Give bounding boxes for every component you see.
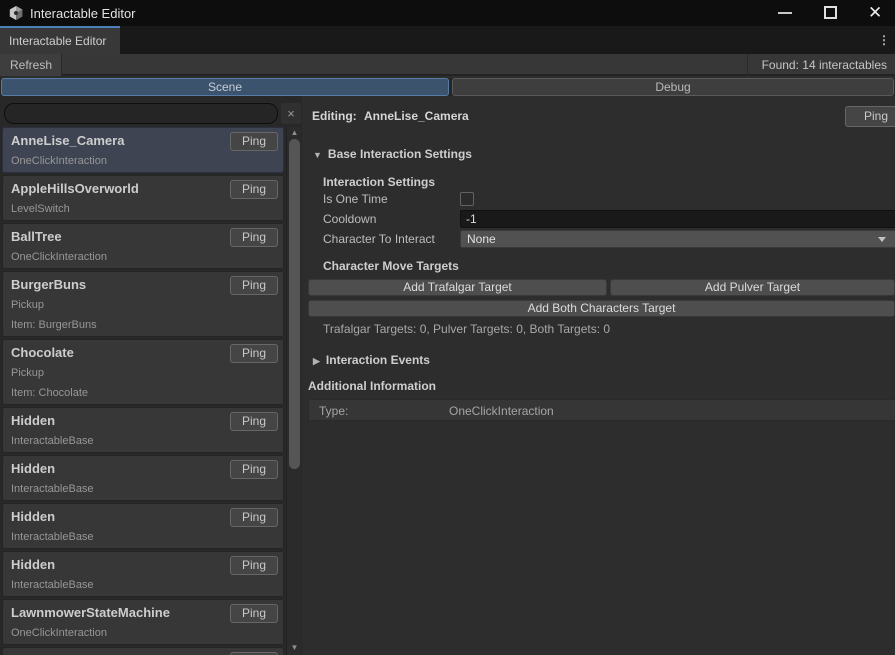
- list-item[interactable]: BallTree OneClickInteraction Ping: [2, 223, 284, 269]
- ping-button[interactable]: Ping: [230, 228, 278, 247]
- cooldown-label: Cooldown: [323, 212, 376, 226]
- add-pulver-target-button[interactable]: Add Pulver Target: [610, 279, 895, 296]
- type-value: OneClickInteraction: [449, 404, 554, 418]
- cooldown-field[interactable]: -1: [460, 210, 895, 228]
- chevron-down-icon: [878, 237, 886, 242]
- ping-button[interactable]: Ping: [230, 276, 278, 295]
- foldout-label: Interaction Events: [326, 353, 430, 367]
- scrollbar-thumb[interactable]: [289, 139, 300, 469]
- list-item[interactable]: LureSpotA_Slot Ping: [2, 647, 284, 655]
- editing-target-name: AnneLise_Camera: [364, 109, 469, 123]
- item-subtitle: LevelSwitch: [11, 198, 275, 218]
- ping-button[interactable]: Ping: [230, 556, 278, 575]
- window-title: Interactable Editor: [30, 6, 136, 21]
- character-move-targets-header: Character Move Targets: [323, 259, 459, 273]
- is-one-time-label: Is One Time: [323, 192, 388, 206]
- tab-debug[interactable]: Debug: [452, 78, 894, 96]
- additional-information-header: Additional Information: [308, 379, 436, 393]
- close-icon[interactable]: ✕: [868, 3, 882, 23]
- item-subtitle: OneClickInteraction: [11, 622, 275, 642]
- add-both-characters-target-button[interactable]: Add Both Characters Target: [308, 300, 895, 317]
- tab-interactable-editor[interactable]: Interactable Editor: [0, 26, 120, 54]
- title-bar: Interactable Editor ✕: [0, 0, 895, 26]
- interactable-editor-window: Interactable Editor ✕ Interactable Edito…: [0, 0, 895, 655]
- window-toolbar: Refresh Found: 14 interactables: [0, 54, 895, 76]
- item-subtitle: OneClickInteraction: [11, 246, 275, 266]
- foldout-base-interaction-settings[interactable]: ▼ Base Interaction Settings: [313, 147, 472, 161]
- list-item[interactable]: Hidden InteractableBase Ping: [2, 503, 284, 549]
- list-item[interactable]: AppleHillsOverworld LevelSwitch Ping: [2, 175, 284, 221]
- item-subtitle: InteractableBase: [11, 430, 275, 450]
- item-subtitle: Pickup: [11, 362, 275, 382]
- clear-search-icon[interactable]: ×: [281, 103, 301, 124]
- view-tabs: Scene Debug: [0, 78, 895, 96]
- maximize-icon[interactable]: [824, 6, 837, 19]
- item-subtitle: Pickup: [11, 294, 275, 314]
- item-subtitle: InteractableBase: [11, 526, 275, 546]
- foldout-label: Base Interaction Settings: [328, 147, 472, 161]
- item-subtitle: Item: BurgerBuns: [11, 314, 275, 334]
- ping-button[interactable]: Ping: [845, 106, 895, 127]
- scroll-down-icon[interactable]: ▼: [287, 643, 302, 652]
- list-item[interactable]: Hidden InteractableBase Ping: [2, 455, 284, 501]
- is-one-time-checkbox[interactable]: [460, 192, 474, 206]
- ping-button[interactable]: Ping: [230, 460, 278, 479]
- character-to-interact-label: Character To Interact: [323, 232, 435, 246]
- type-info-box: Type: OneClickInteraction: [308, 399, 895, 421]
- tab-strip: Interactable Editor ⋮: [0, 26, 895, 54]
- editing-label: Editing:: [312, 109, 357, 123]
- search-input[interactable]: [4, 103, 278, 124]
- dropdown-value: None: [467, 232, 496, 246]
- minimize-icon[interactable]: [778, 12, 792, 14]
- ping-button[interactable]: Ping: [230, 344, 278, 363]
- interactable-list-panel: × AnneLise_Camera OneClickInteraction Pi…: [0, 96, 302, 655]
- scroll-up-icon[interactable]: ▲: [287, 128, 302, 137]
- ping-button[interactable]: Ping: [230, 604, 278, 623]
- inspector-panel: Editing: AnneLise_Camera Ping ▼ Base Inte…: [302, 96, 895, 655]
- ping-button[interactable]: Ping: [230, 508, 278, 527]
- foldout-closed-icon: ▶: [313, 356, 320, 366]
- list-scrollbar[interactable]: ▲ ▼: [286, 127, 301, 655]
- ping-button[interactable]: Ping: [230, 180, 278, 199]
- item-subtitle: InteractableBase: [11, 478, 275, 498]
- list-item[interactable]: BurgerBuns PickupItem: BurgerBuns Ping: [2, 271, 284, 337]
- add-trafalgar-target-button[interactable]: Add Trafalgar Target: [308, 279, 607, 296]
- interactable-list: AnneLise_Camera OneClickInteraction Ping…: [2, 127, 284, 655]
- tab-label: Interactable Editor: [0, 28, 120, 48]
- foldout-interaction-events[interactable]: ▶ Interaction Events: [313, 353, 430, 367]
- targets-summary-label: Trafalgar Targets: 0, Pulver Targets: 0,…: [323, 322, 610, 336]
- unity-logo-icon: [8, 5, 24, 21]
- list-item[interactable]: Hidden InteractableBase Ping: [2, 407, 284, 453]
- kebab-menu-icon[interactable]: ⋮: [877, 32, 891, 48]
- list-item[interactable]: LawnmowerStateMachine OneClickInteractio…: [2, 599, 284, 645]
- refresh-button[interactable]: Refresh: [0, 54, 62, 76]
- ping-button[interactable]: Ping: [230, 132, 278, 151]
- list-item[interactable]: AnneLise_Camera OneClickInteraction Ping: [2, 127, 284, 173]
- item-subtitle: OneClickInteraction: [11, 150, 275, 170]
- list-item[interactable]: Chocolate PickupItem: Chocolate Ping: [2, 339, 284, 405]
- type-label: Type:: [319, 404, 348, 418]
- tab-scene[interactable]: Scene: [1, 78, 449, 96]
- foldout-open-icon: ▼: [313, 150, 322, 160]
- character-to-interact-dropdown[interactable]: None: [460, 230, 895, 248]
- list-item[interactable]: Hidden InteractableBase Ping: [2, 551, 284, 597]
- item-subtitle: InteractableBase: [11, 574, 275, 594]
- interaction-settings-header: Interaction Settings: [323, 175, 435, 189]
- found-count-label: Found: 14 interactables: [762, 54, 887, 76]
- item-subtitle: Item: Chocolate: [11, 382, 275, 402]
- toolbar-divider: [747, 54, 748, 76]
- ping-button[interactable]: Ping: [230, 412, 278, 431]
